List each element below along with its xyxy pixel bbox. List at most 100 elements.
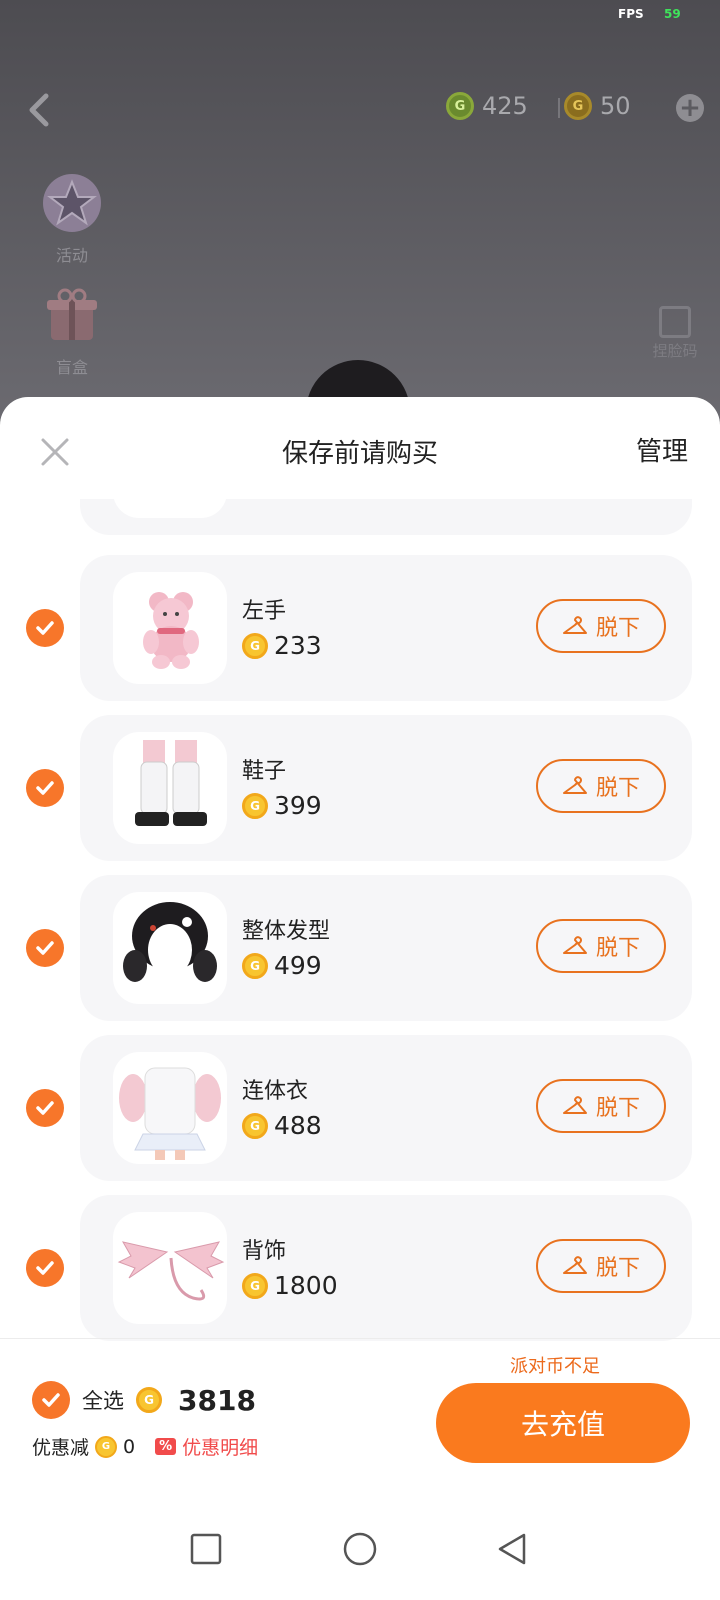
list-item (80, 499, 692, 535)
footer-divider (0, 1338, 720, 1339)
coin-icon: G (242, 952, 268, 979)
take-off-button[interactable]: 脱下 (536, 1079, 666, 1133)
take-off-label: 脱下 (595, 776, 640, 801)
bear-plush-image (143, 592, 199, 669)
boots-image (135, 740, 207, 826)
discount-row: 优惠减 G 0 % 优惠明细 (32, 1433, 258, 1460)
face-code-button[interactable]: 捏脸码 (640, 306, 710, 361)
list-item: 整体发型 G 499 脱下 (80, 875, 692, 1021)
wings-image (117, 1241, 225, 1301)
item-thumbnail (113, 892, 227, 1004)
manage-button[interactable]: 管理 (636, 431, 688, 468)
fps-label: FPS (618, 7, 644, 21)
hairstyle-image (123, 902, 217, 982)
discount-value: 0 (123, 1435, 136, 1458)
price-value: 499 (274, 951, 322, 980)
item-checkbox[interactable] (26, 609, 64, 647)
take-off-label: 脱下 (595, 1256, 640, 1281)
item-thumbnail (113, 572, 227, 684)
item-name: 连体衣 (242, 1079, 309, 1104)
take-off-button[interactable]: 脱下 (536, 759, 666, 813)
hanger-icon (562, 776, 587, 794)
checkmark-icon (36, 941, 54, 955)
take-off-label: 脱下 (595, 616, 640, 641)
take-off-button[interactable]: 脱下 (536, 919, 666, 973)
checkmark-icon (36, 1261, 54, 1275)
total-price: 3818 (178, 1383, 256, 1417)
green-coin-balance: G 425 (446, 92, 528, 120)
item-price: G 1800 (242, 1271, 338, 1300)
gold-coin-icon: G (564, 92, 592, 120)
item-price: G 233 (242, 631, 322, 660)
gold-coin-balance: G 50 (564, 92, 631, 120)
hanger-icon (562, 936, 587, 954)
back-icon[interactable] (24, 90, 54, 130)
side-item-label: 活动 (55, 246, 88, 265)
take-off-button[interactable]: 脱下 (536, 599, 666, 653)
price-value: 1800 (274, 1271, 338, 1300)
select-all-checkbox[interactable] (32, 1381, 70, 1419)
item-thumbnail (113, 1052, 227, 1164)
currency-divider (558, 98, 560, 118)
price-value: 399 (274, 791, 322, 820)
take-off-label: 脱下 (595, 936, 640, 961)
game-background (0, 0, 720, 420)
item-checkbox[interactable] (26, 1089, 64, 1127)
hanger-icon (562, 1256, 587, 1274)
recent-apps-icon[interactable] (190, 1533, 222, 1565)
item-price: G 488 (242, 1111, 322, 1140)
item-name: 鞋子 (242, 759, 287, 784)
fps-value: 59 (664, 7, 681, 21)
insufficient-coins-notice: 派对币不足 (510, 1356, 600, 1377)
coin-icon: G (95, 1435, 118, 1458)
jumpsuit-image (119, 1067, 221, 1160)
select-all-label[interactable]: 全选 (82, 1385, 124, 1415)
item-checkbox[interactable] (26, 769, 64, 807)
hanger-icon (562, 1096, 587, 1114)
sheet-title: 保存前请购买 (281, 439, 438, 469)
side-item-blindbox[interactable]: 盲盒 (40, 284, 104, 378)
item-name: 整体发型 (242, 919, 331, 944)
select-all-row: 全选 G 3818 (32, 1381, 256, 1419)
checkmark-icon (36, 781, 54, 795)
side-item-label: 盲盒 (55, 358, 88, 377)
edit-icon (659, 306, 691, 338)
checkmark-icon (36, 1101, 54, 1115)
checkmark-icon (36, 621, 54, 635)
discount-detail-link[interactable]: 优惠明细 (182, 1433, 258, 1460)
coin-icon: G (242, 1112, 268, 1139)
recharge-button[interactable]: 去充值 (436, 1383, 690, 1463)
list-item: 背饰 G 1800 脱下 (80, 1195, 692, 1341)
item-name: 背饰 (242, 1239, 287, 1264)
item-thumbnail (113, 732, 227, 844)
side-item-activity[interactable]: 活动 (40, 172, 104, 266)
gold-coin-amount: 50 (600, 92, 631, 120)
add-currency-button[interactable]: + (676, 94, 704, 122)
discount-label: 优惠减 (32, 1437, 90, 1459)
item-thumbnail (113, 1212, 227, 1324)
checkmark-icon (42, 1393, 60, 1407)
item-list[interactable]: 左手 G 233 脱下 鞋子 G 399 脱下 整体发型 G 499 脱下 连体… (0, 499, 720, 1347)
item-checkbox[interactable] (26, 929, 64, 967)
home-icon[interactable] (343, 1532, 377, 1566)
face-code-label: 捏脸码 (652, 342, 698, 360)
list-item: 连体衣 G 488 脱下 (80, 1035, 692, 1181)
green-coin-icon: G (446, 92, 474, 120)
item-name: 左手 (242, 599, 287, 624)
coin-icon: G (136, 1387, 162, 1413)
item-checkbox[interactable] (26, 1249, 64, 1287)
list-item: 鞋子 G 399 脱下 (80, 715, 692, 861)
list-item: 左手 G 233 脱下 (80, 555, 692, 701)
discount-badge-icon: % (155, 1438, 177, 1455)
take-off-button[interactable]: 脱下 (536, 1239, 666, 1293)
nav-back-icon[interactable] (498, 1533, 526, 1565)
gift-box-icon (47, 288, 97, 340)
star-icon (43, 174, 101, 232)
green-coin-amount: 425 (482, 92, 528, 120)
hanger-icon (562, 616, 587, 634)
system-nav-bar (190, 1532, 526, 1566)
coin-icon: G (242, 632, 268, 659)
take-off-label: 脱下 (595, 1096, 640, 1121)
item-price: G 399 (242, 791, 322, 820)
coin-icon: G (242, 1272, 268, 1299)
